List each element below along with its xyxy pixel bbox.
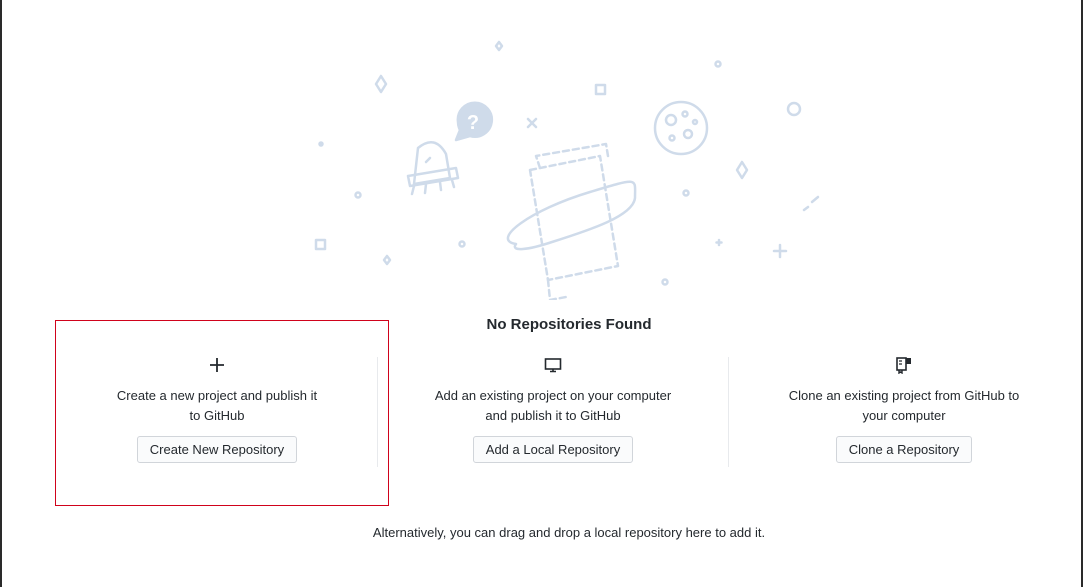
sparkle-icon: [494, 40, 504, 52]
clone-repo-description: Clone an existing project from GitHub to…: [788, 388, 1020, 423]
moon-icon: [653, 100, 709, 156]
circle-icon: [714, 60, 722, 68]
cross-icon: [526, 117, 538, 129]
sparkle-icon: [382, 254, 392, 266]
empty-state-illustration: ?: [314, 40, 820, 300]
circle-icon: [458, 240, 466, 248]
plus-mark-icon: [715, 238, 723, 247]
clone-repository-button[interactable]: Clone a Repository: [835, 436, 973, 463]
add-local-repo-description: Add an existing project on your computer…: [434, 388, 672, 423]
orbit-ring-icon: [506, 180, 637, 251]
alarm-light-icon: [406, 141, 460, 196]
sparkle-icon: [374, 74, 388, 94]
clone-repo-section: Clone an existing project from GitHub to…: [754, 352, 1054, 463]
desktop-icon: [403, 352, 703, 378]
highlight-annotation-box: [55, 320, 389, 506]
shooting-star-icon: [802, 195, 820, 212]
clone-repo-icon: [754, 352, 1054, 378]
question-mark-text: ?: [467, 112, 479, 134]
drag-drop-hint: Alternatively, you can drag and drop a l…: [372, 525, 766, 540]
circle-icon: [786, 101, 802, 117]
plus-mark-icon: [772, 243, 788, 259]
circle-icon: [318, 141, 324, 147]
circle-icon: [661, 278, 669, 286]
sparkle-icon: [735, 160, 749, 180]
square-icon: [594, 83, 607, 96]
square-icon: [314, 238, 327, 251]
add-local-repository-button[interactable]: Add a Local Repository: [472, 436, 634, 463]
circle-icon: [354, 191, 362, 199]
circle-icon: [682, 189, 690, 197]
section-divider: [728, 357, 729, 467]
add-local-repo-section: Add an existing project on your computer…: [403, 352, 703, 463]
